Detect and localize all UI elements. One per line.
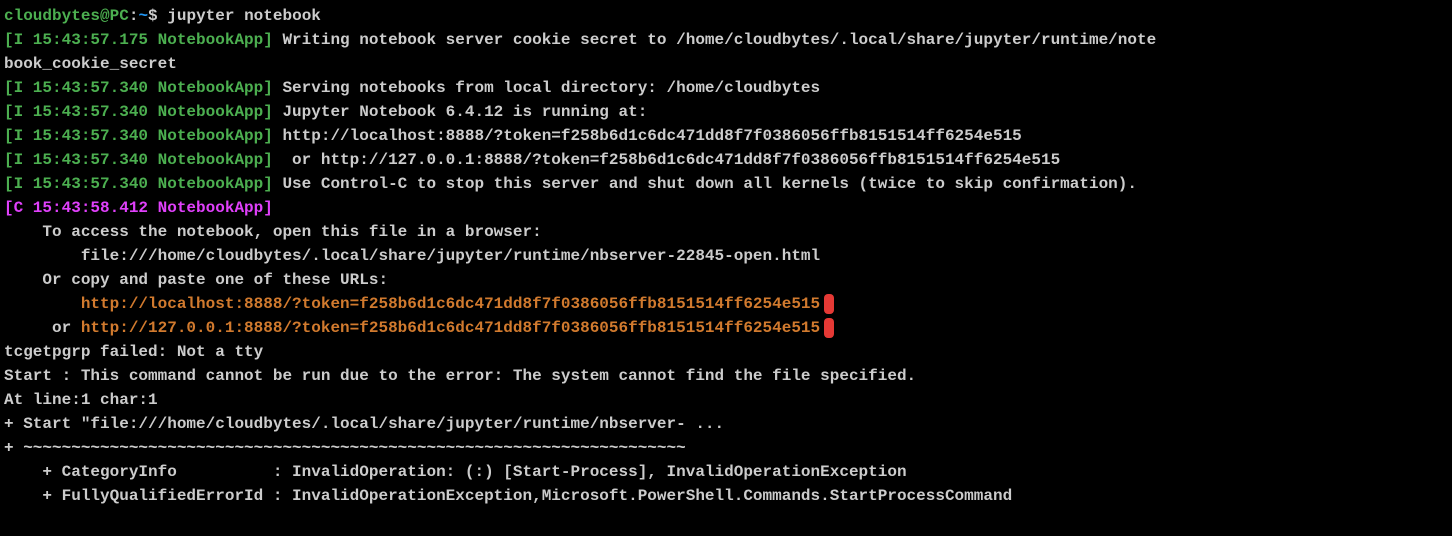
prompt-symbol: $ <box>148 7 158 25</box>
url-prefix <box>4 295 81 313</box>
cursor-icon <box>824 318 834 338</box>
log-msg: Jupyter Notebook 6.4.12 is running at: <box>273 103 647 121</box>
url-line: http://localhost:8888/?token=f258b6d1c6d… <box>4 292 1448 316</box>
info-tag: [I 15:43:57.340 NotebookApp] <box>4 103 273 121</box>
log-msg: http://localhost:8888/?token=f258b6d1c6d… <box>273 127 1022 145</box>
log-line: [I 15:43:57.340 NotebookApp] or http://1… <box>4 148 1448 172</box>
log-line: [C 15:43:58.412 NotebookApp] <box>4 196 1448 220</box>
log-msg: Serving notebooks from local directory: … <box>273 79 820 97</box>
notebook-url-ip[interactable]: http://127.0.0.1:8888/?token=f258b6d1c6d… <box>81 319 820 337</box>
info-tag: [I 15:43:57.175 NotebookApp] <box>4 31 273 49</box>
error-line: tcgetpgrp failed: Not a tty <box>4 340 1448 364</box>
log-msg: or http://127.0.0.1:8888/?token=f258b6d1… <box>273 151 1060 169</box>
cursor-icon <box>824 294 834 314</box>
path: ~ <box>138 7 148 25</box>
access-file-line: file:///home/cloudbytes/.local/share/jup… <box>4 244 1448 268</box>
log-line: [I 15:43:57.340 NotebookApp] Use Control… <box>4 172 1448 196</box>
error-line: Start : This command cannot be run due t… <box>4 364 1448 388</box>
log-msg: Writing notebook server cookie secret to… <box>273 31 1156 49</box>
log-msg: Use Control-C to stop this server and sh… <box>273 175 1137 193</box>
critical-tag: [C 15:43:58.412 NotebookApp] <box>4 199 273 217</box>
notebook-url-localhost[interactable]: http://localhost:8888/?token=f258b6d1c6d… <box>81 295 820 313</box>
info-tag: [I 15:43:57.340 NotebookApp] <box>4 79 273 97</box>
access-line: Or copy and paste one of these URLs: <box>4 268 1448 292</box>
error-line: At line:1 char:1 <box>4 388 1448 412</box>
sep: : <box>129 7 139 25</box>
url-prefix: or <box>4 319 81 337</box>
error-line: + ~~~~~~~~~~~~~~~~~~~~~~~~~~~~~~~~~~~~~~… <box>4 436 1448 460</box>
log-line: [I 15:43:57.175 NotebookApp] Writing not… <box>4 28 1448 52</box>
url-line: or http://127.0.0.1:8888/?token=f258b6d1… <box>4 316 1448 340</box>
error-line: + Start "file:///home/cloudbytes/.local/… <box>4 412 1448 436</box>
user-host: cloudbytes@PC <box>4 7 129 25</box>
info-tag: [I 15:43:57.340 NotebookApp] <box>4 151 273 169</box>
access-line: To access the notebook, open this file i… <box>4 220 1448 244</box>
log-line: [I 15:43:57.340 NotebookApp] Serving not… <box>4 76 1448 100</box>
info-tag: [I 15:43:57.340 NotebookApp] <box>4 175 273 193</box>
info-tag: [I 15:43:57.340 NotebookApp] <box>4 127 273 145</box>
terminal-prompt-line: cloudbytes@PC:~$ jupyter notebook <box>4 4 1448 28</box>
log-line-wrap: book_cookie_secret <box>4 52 1448 76</box>
log-line: [I 15:43:57.340 NotebookApp] Jupyter Not… <box>4 100 1448 124</box>
log-line: [I 15:43:57.340 NotebookApp] http://loca… <box>4 124 1448 148</box>
command-text: jupyter notebook <box>158 7 321 25</box>
error-line: + FullyQualifiedErrorId : InvalidOperati… <box>4 484 1448 508</box>
error-line: + CategoryInfo : InvalidOperation: (:) [… <box>4 460 1448 484</box>
